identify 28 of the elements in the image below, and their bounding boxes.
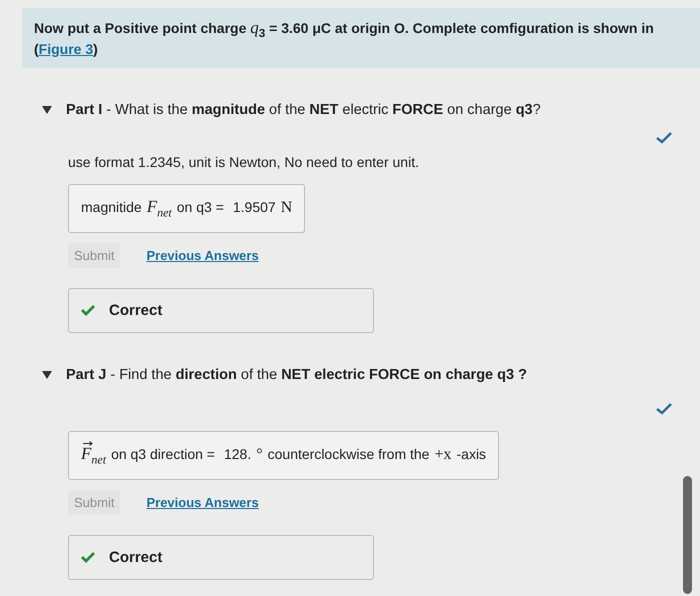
unit-symbol: °	[256, 446, 263, 464]
feedback-text: Correct	[109, 549, 162, 566]
previous-answers-link[interactable]: Previous Answers	[146, 248, 259, 263]
answer-label: -axis	[456, 446, 486, 462]
answer-label: on q3 direction =	[111, 446, 215, 462]
feedback-text: Correct	[109, 302, 162, 319]
collapse-triangle-icon[interactable]	[42, 370, 52, 379]
check-icon	[81, 304, 95, 316]
answer-value: 1.9507	[232, 198, 276, 215]
previous-answers-link[interactable]: Previous Answers	[146, 495, 259, 510]
math-symbol: F$_{net}$	[146, 196, 172, 220]
part-title: Part I - What is the magnitude of the NET electric FORCE on charge q3?	[66, 102, 541, 118]
unit-symbol: N	[280, 198, 292, 217]
answer-value: 128.	[224, 446, 252, 462]
problem-statement: Now put a Positive point charge q$_{3}$ = 3.60 μC at origin O. Complete comfiguration is shown in (Figure 3)	[34, 18, 655, 58]
check-icon	[81, 552, 95, 564]
collapse-triangle-icon[interactable]	[42, 106, 52, 114]
part-title: Part J - Find the direction of the NET electric FORCE on charge q3 ?	[66, 366, 527, 383]
scrollbar-thumb[interactable]	[683, 476, 692, 594]
answer-label: on q3 =	[176, 198, 224, 215]
figure-link[interactable]: Figure 3	[38, 40, 94, 57]
answer-box[interactable]: magnitide F$_{net}$ on q3 = 1.9507 N	[68, 184, 306, 233]
answer-box[interactable]: F$_{net}$ on q3 direction = 128. ° counterclockwise from the +x -axis	[68, 430, 500, 480]
math-symbol: F$_{net}$	[81, 444, 106, 468]
answer-label: counterclockwise from the	[268, 446, 430, 462]
unit-symbol: +x	[434, 446, 452, 464]
answer-label: magnitide	[81, 198, 142, 215]
instruction-text: use format 1.2345, unit is Newton, No need to enter unit.	[68, 154, 420, 170]
